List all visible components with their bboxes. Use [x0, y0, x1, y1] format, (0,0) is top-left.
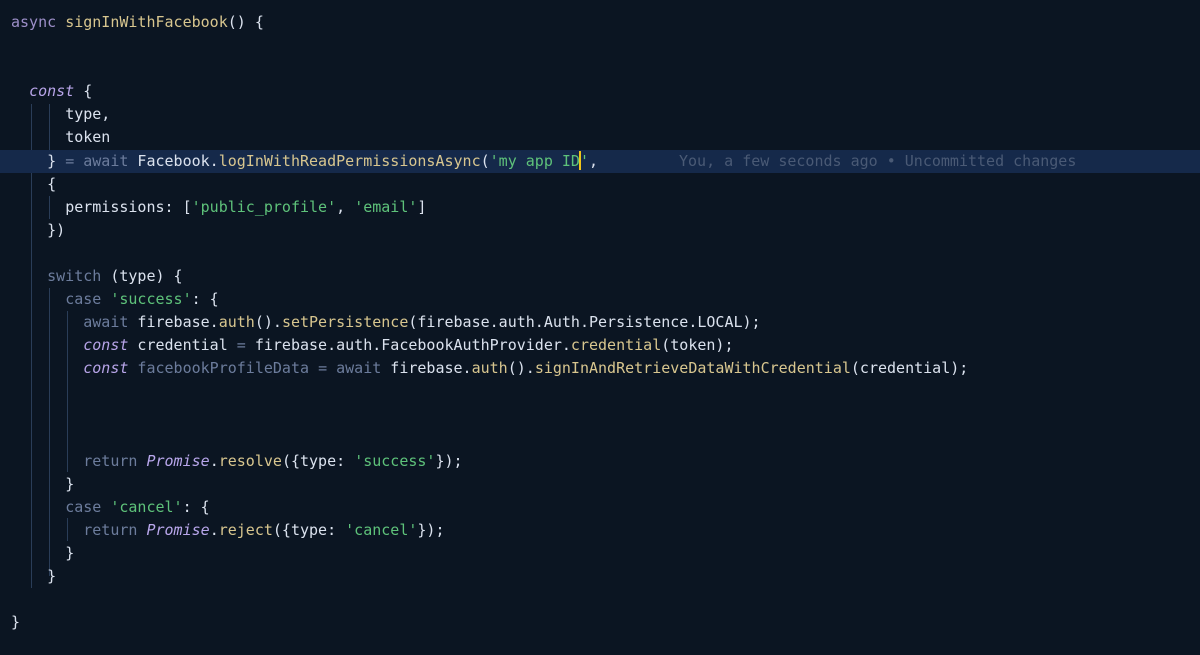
code-line[interactable]: permissions: ['public_profile', 'email'] [0, 196, 1200, 219]
code-text: token [65, 128, 111, 146]
code-editor[interactable]: async signInWithFacebook() { const { typ… [0, 0, 1200, 655]
code-text: const credential = firebase.auth.Faceboo… [83, 336, 734, 354]
code-text: } [11, 613, 21, 631]
current-line[interactable]: } = await Facebook.logInWithReadPermissi… [0, 150, 1200, 173]
code-text: await firebase.auth().setPersistence(fir… [83, 313, 761, 331]
code-text: } = await Facebook.logInWithReadPermissi… [47, 151, 599, 170]
code-line[interactable]: type, [0, 103, 1200, 126]
code-line[interactable]: switch (type) { [0, 265, 1200, 288]
code-line[interactable]: return Promise.reject({type: 'cancel'}); [0, 519, 1200, 542]
code-line[interactable]: await firebase.auth().setPersistence(fir… [0, 311, 1200, 334]
git-blame-annotation: You, a few seconds ago • Uncommitted cha… [679, 152, 1077, 170]
code-line[interactable]: const facebookProfileData = await fireba… [0, 357, 1200, 380]
code-line[interactable]: } [0, 542, 1200, 565]
code-text: const facebookProfileData = await fireba… [83, 359, 969, 377]
code-line[interactable]: const credential = firebase.auth.Faceboo… [0, 334, 1200, 357]
code-text: async signInWithFacebook() { [11, 13, 264, 31]
code-line[interactable]: return Promise.resolve({type: 'success'}… [0, 450, 1200, 473]
code-line[interactable]: { [0, 173, 1200, 196]
code-text: type, [65, 105, 111, 123]
code-line[interactable]: case 'cancel': { [0, 496, 1200, 519]
code-text: } [47, 567, 57, 585]
code-text: return Promise.reject({type: 'cancel'}); [83, 521, 445, 539]
code-text: } [65, 475, 75, 493]
code-line[interactable]: token [0, 126, 1200, 149]
code-line[interactable]: const { [0, 80, 1200, 103]
code-line[interactable]: } [0, 473, 1200, 496]
code-text: return Promise.resolve({type: 'success'}… [83, 452, 463, 470]
code-line[interactable]: case 'success': { [0, 288, 1200, 311]
code-text: permissions: ['public_profile', 'email'] [65, 198, 427, 216]
code-text: }) [47, 221, 66, 239]
code-text: switch (type) { [47, 267, 183, 285]
code-line[interactable]: } [0, 611, 1200, 634]
code-line[interactable]: async signInWithFacebook() { [0, 11, 1200, 34]
code-text: { [47, 175, 57, 193]
code-text: const { [29, 82, 93, 100]
code-line[interactable]: }) [0, 219, 1200, 242]
code-text: case 'cancel': { [65, 498, 210, 516]
code-text: } [65, 544, 75, 562]
code-text: case 'success': { [65, 290, 219, 308]
code-line[interactable]: } [0, 565, 1200, 588]
